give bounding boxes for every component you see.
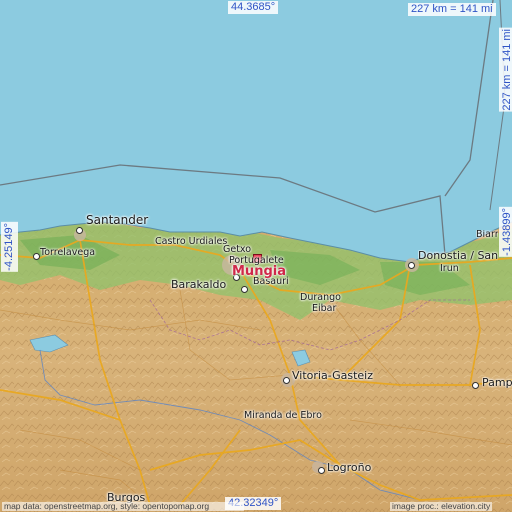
city-dot (408, 262, 415, 269)
city-dot (472, 382, 479, 389)
city-label-barakaldo: Barakaldo (171, 278, 227, 291)
left-longitude-label: -4.25149° (1, 222, 18, 272)
city-label-pamplona: Pamplona (482, 377, 512, 388)
right-longitude-label: -1.43899° (499, 207, 512, 257)
city-dot (283, 377, 290, 384)
city-label-donostia: Donostia / San Sebastián (418, 250, 498, 261)
city-label-irun: Irun (440, 263, 459, 274)
top-latitude-label: 44.3685° (228, 1, 279, 14)
city-label-vitoria-gasteiz: Vitoria-Gasteiz (292, 369, 373, 382)
city-label-santander: Santander (86, 213, 149, 227)
city-label-castro-urdiales: Castro Urdiales (155, 236, 228, 247)
scale-bar-label: 227 km = 141 mi (408, 3, 496, 16)
target-city-label: Mungia (232, 264, 286, 279)
city-dot (76, 227, 83, 234)
city-dot (33, 253, 40, 260)
map-attribution: map data: openstreetmap.org, style: open… (2, 502, 244, 511)
map-view[interactable]: 44.3685° 42.32349° -4.25149° -1.43899° 2… (0, 0, 512, 512)
city-dot (241, 286, 248, 293)
city-label-miranda-de-ebro: Miranda de Ebro (244, 410, 322, 421)
city-label-torrelavega: Torrelavega (40, 247, 96, 258)
vertical-scale-label: 227 km = 141 mi (499, 28, 512, 112)
city-label-biarritz: Biarritz (476, 230, 498, 240)
city-label-getxo: Getxo (223, 244, 252, 255)
city-label-eibar: Eibar (312, 303, 337, 314)
city-label-durango: Durango (300, 292, 341, 303)
city-label-logrono: Logroño (327, 461, 372, 474)
city-dot (318, 467, 325, 474)
image-attribution: image proc.: elevation.city (390, 501, 493, 511)
